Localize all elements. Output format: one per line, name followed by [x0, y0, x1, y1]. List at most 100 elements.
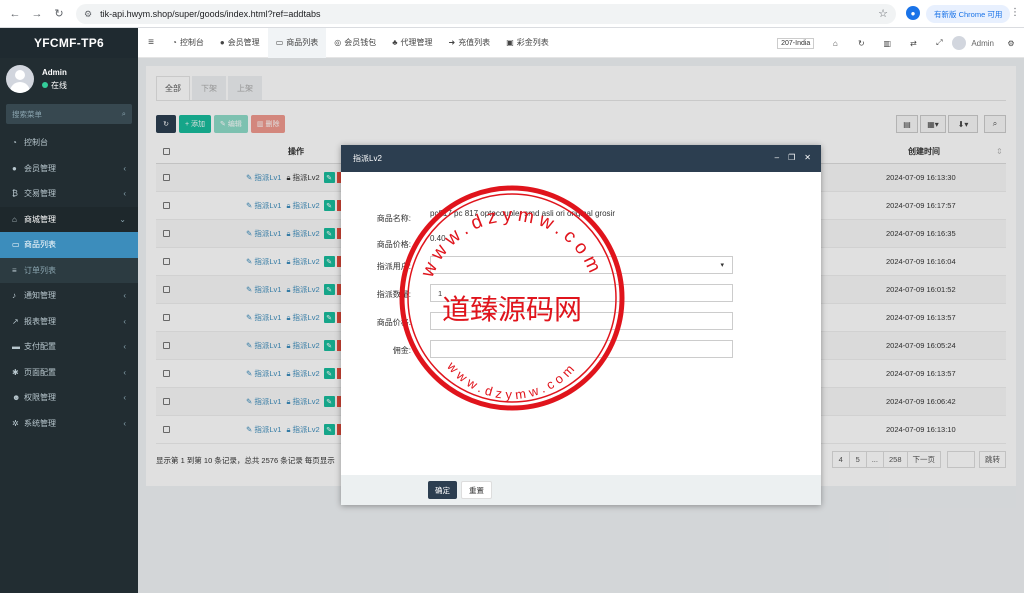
brand-logo: YFCMF-TP6: [0, 28, 138, 58]
tab-agents[interactable]: ♣ 代理管理: [384, 28, 440, 58]
user-icon: ●: [219, 38, 225, 47]
maximize-icon[interactable]: ❐: [788, 153, 795, 162]
goods-name-label: 商品名称:: [376, 214, 411, 223]
language-icon[interactable]: ⇄: [900, 39, 926, 48]
bitcoin-icon: ₿: [12, 189, 18, 199]
chrome-update-button[interactable]: 有新版 Chrome 可用: [926, 5, 1011, 23]
reload-icon[interactable]: ↻: [50, 5, 68, 23]
gift-icon: ▣: [506, 38, 514, 47]
assign-lv2-dialog: 指派Lv2 – ❐ ✕ 商品名称: pc817 pc 817 optocoupl…: [341, 145, 821, 505]
unit-price-label: 商品价格:: [376, 318, 411, 327]
home-icon[interactable]: ⌂: [822, 39, 848, 48]
language-select[interactable]: 207-India: [777, 37, 815, 49]
admin-menu[interactable]: Admin: [952, 36, 994, 50]
bell-icon: ♪: [12, 291, 16, 301]
forward-icon[interactable]: →: [28, 5, 46, 23]
sidebar-menu: ◔ 控制台 ● 会员管理 ‹ ₿ 交易管理 ‹ ⌂ 商城管理 ⌄ ▭ 商品列表 ≡ 订单列表 ♪ 通…: [0, 130, 138, 436]
sidebar-item-goods-list[interactable]: ▭ 商品列表: [0, 232, 138, 258]
avatar: [952, 36, 967, 50]
sidebar-item-dashboard[interactable]: ◔ 控制台: [0, 130, 138, 156]
sidebar-item-payment[interactable]: ▬ 支付配置 ‹: [0, 334, 138, 360]
confirm-button[interactable]: 确定: [428, 481, 457, 499]
dialog-title: 指派Lv2: [353, 154, 382, 163]
chevron-down-icon: ⌄: [119, 214, 126, 224]
user-panel: Admin 在线: [0, 58, 138, 100]
chevron-left-icon: ‹: [123, 367, 126, 377]
list-icon: ≡: [12, 265, 17, 275]
cogs-icon: ✲: [12, 418, 19, 428]
dashboard-icon: ◔: [172, 38, 177, 47]
goods-price-value: 0.40: [430, 234, 446, 243]
caret-down-icon: ▾: [720, 262, 724, 269]
online-dot-icon: [42, 82, 48, 88]
monitor-icon: ▭: [275, 38, 284, 47]
user-name: Admin: [42, 67, 67, 77]
sidebar-item-page-config[interactable]: ✱ 页面配置 ‹: [0, 360, 138, 386]
tab-goods-list[interactable]: ▭ 商品列表: [267, 27, 327, 58]
sidebar-item-system[interactable]: ✲ 系统管理 ‹: [0, 411, 138, 437]
sidebar: YFCMF-TP6 Admin 在线 搜索菜单 ⌕ ◔ 控制台 ● 会员管理 ‹ ₿ 交…: [0, 28, 138, 593]
chevron-left-icon: ‹: [123, 163, 126, 173]
sidebar-item-mall[interactable]: ⌂ 商城管理 ⌄: [0, 206, 138, 232]
menu-toggle-icon[interactable]: ≡: [138, 37, 164, 48]
sidebar-item-permissions[interactable]: ☻ 权限管理 ‹: [0, 385, 138, 411]
back-icon[interactable]: ←: [6, 5, 24, 23]
chevron-left-icon: ‹: [123, 316, 126, 326]
card-icon: ▬: [12, 342, 20, 352]
user-icon: ●: [12, 163, 17, 173]
trash-icon[interactable]: ▥: [874, 39, 900, 48]
sitemap-icon: ♣: [392, 38, 398, 47]
avatar: [6, 65, 34, 93]
chart-icon: ↗: [12, 316, 19, 326]
users-icon: ☻: [12, 393, 21, 403]
url-text: tik-api.hwym.shop/super/goods/index.html…: [100, 9, 321, 19]
bookmark-star-icon[interactable]: ☆: [878, 7, 888, 20]
tab-bonus[interactable]: ▣ 彩金列表: [498, 28, 557, 58]
chevron-left-icon: ‹: [123, 393, 126, 403]
commission-label: 佣金:: [392, 346, 411, 355]
menu-search-input[interactable]: 搜索菜单 ⌕: [6, 104, 132, 124]
chevron-left-icon: ‹: [123, 342, 126, 352]
gear-icon: ✱: [12, 367, 19, 377]
chevron-left-icon: ‹: [123, 189, 126, 199]
close-icon[interactable]: ✕: [804, 153, 811, 162]
refresh-icon[interactable]: ↻: [848, 39, 874, 48]
tab-recharge[interactable]: ➜ 充值列表: [440, 28, 498, 58]
assign-count-input[interactable]: 1: [430, 284, 733, 302]
search-icon[interactable]: ⌕: [122, 109, 126, 119]
sidebar-item-notice[interactable]: ♪ 通知管理 ‹: [0, 283, 138, 309]
fullscreen-icon[interactable]: ⤢: [926, 38, 952, 48]
top-nav: ≡ ◔ 控制台 ● 会员管理 ▭ 商品列表 ◎ 会员钱包 ♣ 代理管理 ➜ 充值列表 ▣ 彩金…: [138, 27, 1024, 58]
profile-icon[interactable]: ●: [906, 6, 920, 20]
address-bar[interactable]: ⚙ tik-api.hwym.shop/super/goods/index.ht…: [76, 4, 896, 24]
dialog-body: 商品名称: pc817 pc 817 optocoupler smd asli …: [341, 172, 821, 475]
chevron-left-icon: ‹: [123, 291, 126, 301]
reset-button[interactable]: 重置: [461, 481, 492, 499]
sidebar-item-trade[interactable]: ₿ 交易管理 ‹: [0, 181, 138, 207]
dashboard-icon: ◔: [12, 138, 17, 148]
tab-members[interactable]: ● 会员管理: [212, 28, 268, 58]
home-icon: ⌂: [12, 214, 17, 224]
chevron-left-icon: ‹: [123, 418, 126, 428]
commission-input[interactable]: [430, 340, 733, 358]
unit-price-input[interactable]: [430, 312, 733, 330]
more-menu-icon[interactable]: ⋮: [1010, 7, 1020, 18]
dialog-footer: 确定 重置: [341, 475, 821, 505]
assign-user-select[interactable]: ▾: [430, 256, 733, 274]
site-info-icon[interactable]: ⚙: [84, 9, 92, 20]
tab-wallet[interactable]: ◎ 会员钱包: [326, 28, 384, 58]
sign-in-icon: ➜: [448, 38, 456, 47]
minimize-icon[interactable]: –: [775, 153, 779, 162]
sidebar-item-reports[interactable]: ↗ 报表管理 ‹: [0, 309, 138, 335]
assign-user-label: 指派用户:: [376, 262, 411, 271]
assign-count-label: 指派数量:: [376, 290, 411, 299]
tab-dashboard[interactable]: ◔ 控制台: [164, 28, 212, 58]
sidebar-item-members[interactable]: ● 会员管理 ‹: [0, 156, 138, 182]
sidebar-item-order-list[interactable]: ≡ 订单列表: [0, 257, 138, 283]
dialog-header: 指派Lv2 – ❐ ✕: [341, 145, 821, 172]
browser-toolbar: ← → ↻ ⚙ tik-api.hwym.shop/super/goods/in…: [0, 0, 1024, 28]
goods-price-label: 商品价格:: [376, 240, 411, 249]
monitor-icon: ▭: [12, 240, 20, 250]
wallet-icon: ◎: [334, 38, 342, 47]
gears-icon[interactable]: ⚙: [998, 39, 1024, 48]
